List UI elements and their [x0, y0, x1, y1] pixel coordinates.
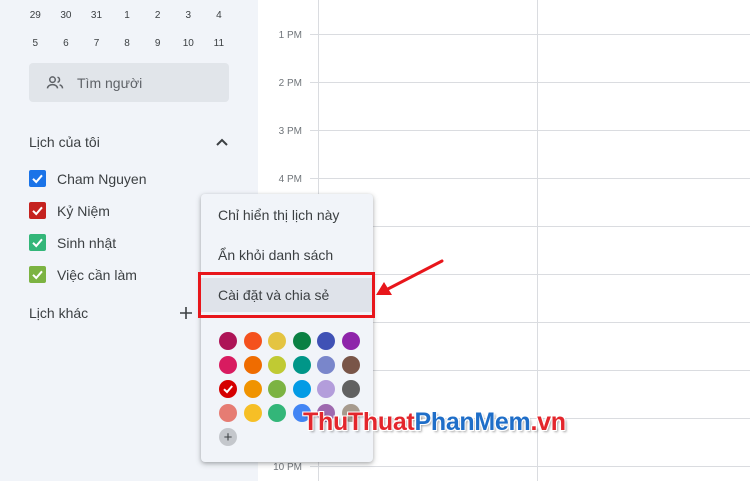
color-swatch[interactable] — [341, 380, 360, 398]
time-label: 10 PM — [273, 462, 302, 473]
color-swatch[interactable] — [268, 332, 286, 350]
mini-calendar-day[interactable]: 6 — [51, 38, 82, 49]
watermark-logo: ThuThuatPhanMem.vn — [303, 408, 566, 437]
check-icon — [32, 238, 43, 248]
calendar-item[interactable]: Việc cần làm — [29, 266, 137, 283]
hour-gridline — [318, 322, 750, 323]
color-swatch[interactable] — [219, 332, 237, 350]
mini-calendar-day[interactable]: 9 — [142, 38, 173, 49]
color-swatch[interactable] — [268, 404, 286, 422]
hour-tick — [310, 82, 318, 83]
calendar-checkbox[interactable] — [29, 266, 46, 283]
time-label: 2 PM — [278, 78, 302, 89]
color-swatch[interactable] — [243, 356, 262, 374]
hour-gridline — [318, 34, 750, 35]
color-swatch[interactable] — [243, 380, 262, 398]
my-calendars-title: Lịch của tôi — [29, 134, 100, 150]
time-label: 4 PM — [278, 174, 302, 185]
search-people-label: Tìm người — [77, 74, 143, 91]
mini-calendar-day[interactable]: 2 — [142, 10, 173, 21]
people-icon — [46, 75, 64, 89]
hour-gridline — [318, 82, 750, 83]
check-icon — [32, 206, 43, 216]
time-label: 1 PM — [278, 30, 302, 41]
hour-gridline — [318, 226, 750, 227]
add-calendar-icon[interactable] — [179, 306, 193, 320]
mini-calendar-week-row: 29 30 31 1 2 3 4 — [20, 10, 240, 21]
hour-tick — [310, 178, 318, 179]
mini-calendar-day[interactable]: 5 — [20, 38, 51, 49]
check-icon — [223, 385, 233, 394]
watermark-part: ThuThuat — [303, 408, 415, 436]
calendar-item-label: Kỷ Niệm — [57, 202, 110, 219]
color-swatch[interactable] — [268, 380, 286, 398]
color-swatch[interactable] — [268, 356, 286, 374]
hour-tick — [310, 466, 318, 467]
watermark-part: .vn — [530, 408, 566, 436]
color-swatch[interactable] — [341, 356, 360, 374]
mini-calendar-day[interactable]: 1 — [112, 10, 143, 21]
color-swatch[interactable] — [317, 380, 335, 398]
menu-item-hide-from-list[interactable]: Ẩn khỏi danh sách — [201, 238, 373, 272]
add-custom-color-button[interactable]: + — [219, 428, 237, 446]
calendar-item[interactable]: Sinh nhật — [29, 234, 116, 251]
color-swatch[interactable] — [341, 332, 360, 350]
calendar-item-label: Cham Nguyen — [57, 170, 147, 187]
calendar-item-label: Việc cần làm — [57, 266, 137, 283]
color-swatch[interactable] — [219, 380, 237, 398]
color-swatch[interactable] — [243, 332, 262, 350]
color-swatch[interactable] — [243, 404, 262, 422]
highlight-box — [198, 272, 375, 318]
calendar-checkbox[interactable] — [29, 234, 46, 251]
check-icon — [32, 174, 43, 184]
color-swatch[interactable] — [317, 356, 335, 374]
chevron-up-icon[interactable] — [215, 137, 229, 147]
mini-calendar-day[interactable]: 29 — [20, 10, 51, 21]
check-icon — [32, 270, 43, 280]
calendar-item[interactable]: Kỷ Niệm — [29, 202, 110, 219]
hour-tick — [310, 130, 318, 131]
menu-item-display-only[interactable]: Chỉ hiển thị lịch này — [201, 198, 373, 232]
time-label: 3 PM — [278, 126, 302, 137]
mini-calendar-day[interactable]: 8 — [112, 38, 143, 49]
calendar-checkbox[interactable] — [29, 170, 46, 187]
my-calendars-header[interactable]: Lịch của tôi — [29, 134, 229, 150]
mini-calendar-day[interactable]: 3 — [173, 10, 204, 21]
color-swatch[interactable] — [219, 404, 237, 422]
hour-tick — [310, 34, 318, 35]
mini-calendar-day[interactable]: 10 — [173, 38, 204, 49]
mini-calendar-week-row: 5 6 7 8 9 10 11 — [20, 38, 240, 49]
hour-gridline — [318, 370, 750, 371]
hour-gridline — [318, 466, 750, 467]
hour-gridline — [318, 178, 750, 179]
hour-gridline — [318, 130, 750, 131]
mini-calendar-day[interactable]: 4 — [204, 10, 235, 21]
red-arrow-annotation — [376, 259, 444, 295]
color-swatch[interactable] — [219, 356, 237, 374]
mini-calendar-day[interactable]: 30 — [51, 10, 82, 21]
calendar-checkbox[interactable] — [29, 202, 46, 219]
watermark-part: PhanMem — [414, 408, 531, 436]
color-swatch[interactable] — [292, 356, 311, 374]
calendar-item[interactable]: Cham Nguyen — [29, 170, 147, 187]
color-swatch[interactable] — [317, 332, 335, 350]
mini-calendar-day[interactable]: 7 — [81, 38, 112, 49]
color-swatch[interactable] — [292, 332, 311, 350]
mini-calendar-day[interactable]: 31 — [81, 10, 112, 21]
calendar-item-label: Sinh nhật — [57, 234, 117, 251]
color-swatch[interactable] — [292, 380, 311, 398]
mini-calendar-day[interactable]: 11 — [204, 38, 235, 49]
search-people-input[interactable]: Tìm người — [29, 63, 229, 102]
other-calendars-title: Lịch khác — [29, 305, 89, 321]
